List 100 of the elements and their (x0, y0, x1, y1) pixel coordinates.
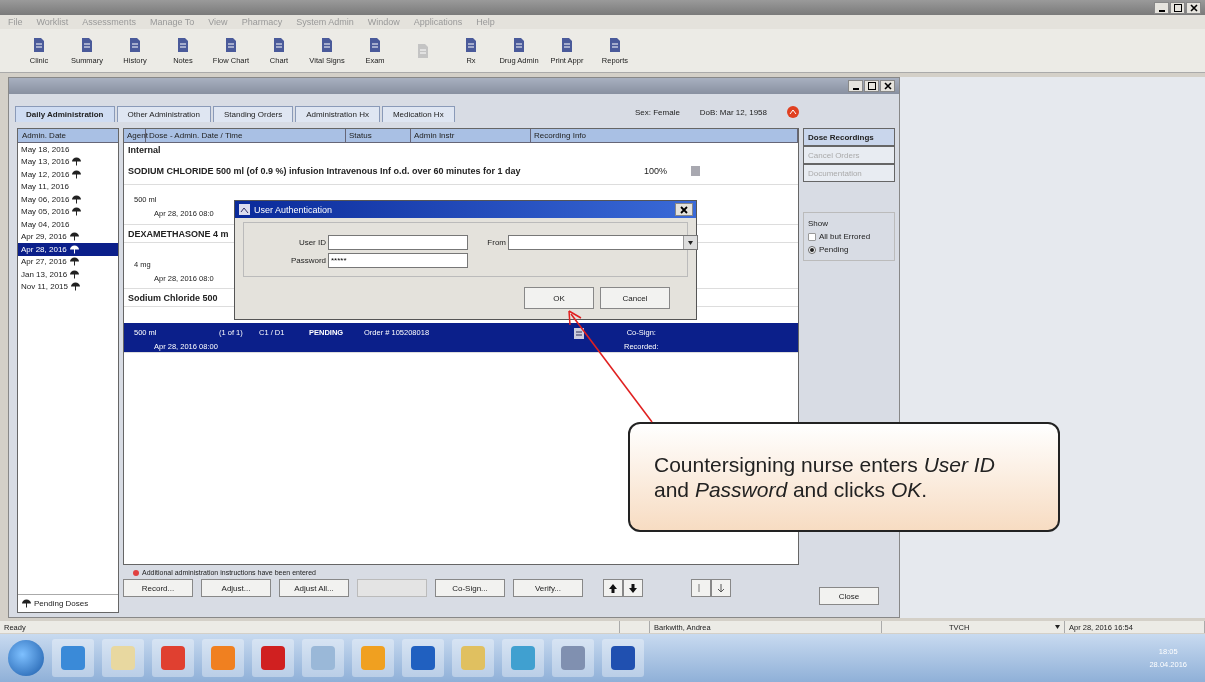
alert-icon (787, 106, 799, 118)
date-item[interactable]: Apr 27, 2016 (18, 255, 118, 268)
date-item[interactable]: May 11, 2016 (18, 180, 118, 193)
umbrella-icon (72, 157, 82, 167)
close-button[interactable] (1186, 1, 1201, 14)
close-icon (883, 82, 892, 90)
legend-label: Pending Doses (34, 599, 89, 608)
pager-button[interactable] (691, 579, 711, 597)
date-item[interactable]: Apr 29, 2016 (18, 230, 118, 243)
umbrella-icon (22, 599, 31, 608)
action-button[interactable]: Adjust... (201, 579, 271, 597)
maximize-icon (867, 82, 876, 90)
note-icon (691, 165, 701, 176)
date-item[interactable]: May 13, 2016 (18, 155, 118, 168)
tab[interactable]: Standing Orders (213, 106, 294, 122)
password-field[interactable]: ***** (328, 253, 468, 268)
move-up-button[interactable] (603, 579, 623, 597)
document-icon (607, 36, 623, 53)
maximize-icon (1173, 3, 1182, 12)
document-icon (574, 328, 584, 339)
minimize-button[interactable] (848, 80, 863, 92)
dot-icon (133, 569, 139, 576)
column-header: Admin. Date (18, 129, 118, 143)
radio-label: Pending (819, 245, 849, 254)
field-label: User ID (297, 238, 327, 247)
patient-sex: Sex: Female (634, 107, 680, 117)
close-button[interactable]: Close (819, 587, 879, 605)
maximize-button[interactable] (864, 80, 879, 92)
tab[interactable]: Medication Hx (381, 106, 455, 122)
start-button[interactable] (8, 640, 44, 676)
tab[interactable]: Other Administration (116, 106, 211, 122)
order-row[interactable]: SODIUM CHLORIDE 500 ml (of 0.9 %) infusion Intravenous Inf o.d. over 60 minutes for 1 day 100% (124, 157, 798, 185)
date-item[interactable]: May 18, 2016 (18, 143, 118, 156)
document-icon (559, 36, 575, 53)
column-header: Recording Info (531, 129, 798, 142)
field-label: Password (289, 256, 327, 265)
radio-button[interactable] (808, 245, 816, 254)
pager-button[interactable] (711, 579, 731, 597)
document-icon (271, 36, 287, 53)
umbrella-icon (69, 232, 79, 242)
document-icon (319, 36, 335, 53)
tab[interactable]: Administration Hx (295, 106, 380, 122)
action-button[interactable]: Record... (123, 579, 193, 597)
order-text: DEXAMETHASONE 4 m (128, 228, 229, 239)
maximize-button[interactable] (1170, 1, 1185, 14)
document-icon (511, 36, 527, 53)
group-label: Show (808, 219, 829, 228)
up-arrow-icon (609, 583, 617, 593)
column-header: Admin Instr (411, 129, 531, 142)
taskbar-button[interactable] (402, 639, 444, 677)
action-button[interactable]: Verify... (513, 579, 583, 597)
field-label: From (486, 238, 507, 247)
group-row[interactable]: Internal (124, 143, 798, 157)
document-icon (367, 36, 383, 53)
recording-info: 100% (644, 165, 668, 176)
umbrella-icon (69, 244, 79, 254)
minimize-icon (1158, 9, 1165, 12)
close-button[interactable] (880, 80, 895, 92)
radio-label: All but Errored (819, 232, 871, 241)
date-item[interactable]: Jan 13, 2016 (18, 268, 118, 281)
date-item[interactable]: May 05, 2016 (18, 205, 118, 218)
date-item[interactable]: Apr 28, 2016 (18, 243, 118, 256)
taskbar-button[interactable] (152, 639, 194, 677)
caret-icon (1055, 625, 1060, 629)
umbrella-icon (71, 282, 80, 292)
column-header: Agent (124, 129, 146, 142)
document-icon (31, 36, 47, 53)
document-icon (223, 36, 239, 53)
user-id-field[interactable] (328, 235, 468, 250)
minimize-button[interactable] (1154, 1, 1169, 14)
umbrella-icon (72, 194, 82, 204)
document-icon (175, 36, 191, 53)
close-button[interactable] (675, 203, 693, 216)
taskbar-button[interactable] (252, 639, 294, 677)
date-item[interactable]: May 04, 2016 (18, 218, 118, 231)
taskbar-button[interactable] (52, 639, 94, 677)
dialog-button[interactable]: OK (524, 287, 594, 309)
umbrella-icon (72, 207, 82, 217)
callout-box: Countersigning nurse enters User ID and Password and clicks OK. (628, 422, 1060, 532)
order-text: SODIUM CHLORIDE 500 ml (of 0.9 %) infusion Intravenous Inf o.d. over 60 minutes for 1 day (128, 165, 521, 176)
minimize-icon (852, 88, 859, 90)
date-item[interactable]: Nov 11, 2015 (18, 280, 118, 293)
taskbar-button[interactable] (602, 639, 644, 677)
taskbar-button[interactable] (552, 639, 594, 677)
tab[interactable]: Daily Administration (15, 106, 115, 122)
action-button[interactable]: Co-Sign... (435, 579, 505, 597)
radio-button[interactable] (808, 232, 816, 241)
date-item[interactable]: May 12, 2016 (18, 168, 118, 181)
document-icon (463, 36, 479, 53)
panel-tab[interactable]: Dose Recordings (803, 128, 895, 146)
order-text: Sodium Chloride 500 (128, 292, 218, 303)
action-button[interactable]: Adjust All... (279, 579, 349, 597)
window-icon (239, 204, 250, 215)
close-icon (680, 205, 688, 214)
dialog-button[interactable]: Cancel (600, 287, 670, 309)
move-down-button[interactable] (623, 579, 643, 597)
from-dropdown[interactable] (508, 235, 698, 250)
date-item[interactable]: May 06, 2016 (18, 193, 118, 206)
down-arrow-icon (718, 584, 724, 592)
column-header: Status (346, 129, 411, 142)
